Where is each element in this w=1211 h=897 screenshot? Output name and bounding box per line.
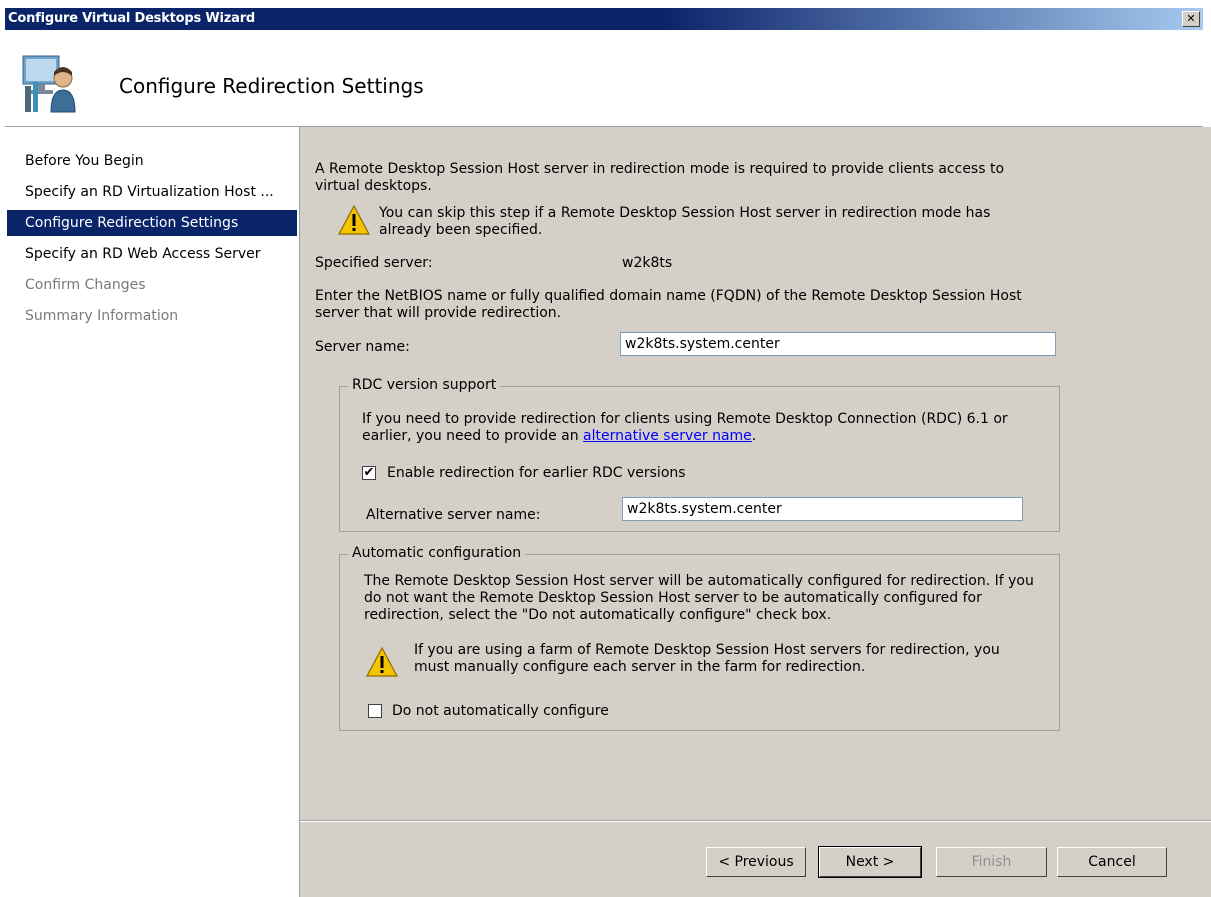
auto-group-label: Automatic configuration xyxy=(348,545,526,562)
rdc-text-line1: If you need to provide redirection for c… xyxy=(362,411,1008,427)
auto-text-line3: redirection, select the "Do not automati… xyxy=(364,607,832,623)
alternative-server-name-link[interactable]: alternative server name xyxy=(583,428,752,444)
auto-warning-line2: must manually configure each server in t… xyxy=(414,659,866,675)
server-name-label: Server name: xyxy=(315,339,410,355)
wizard-window: Configure Virtual Desktops Wizard ✕ Conf… xyxy=(0,0,1211,897)
warning1-line1: You can skip this step if a Remote Deskt… xyxy=(379,205,991,221)
previous-button[interactable]: < Previous xyxy=(706,847,806,877)
auto-text-line1: The Remote Desktop Session Host server w… xyxy=(364,573,1034,589)
enable-redirection-checkbox[interactable]: ✔ xyxy=(362,466,376,480)
footer-separator xyxy=(300,820,1211,822)
rdc-text-prefix: earlier, you need to provide an xyxy=(362,428,584,444)
finish-button: Finish xyxy=(936,847,1047,877)
intro-text-line2: virtual desktops. xyxy=(315,178,432,194)
enable-redirection-label[interactable]: Enable redirection for earlier RDC versi… xyxy=(387,465,686,482)
warning-icon xyxy=(366,647,398,677)
title-bar: Configure Virtual Desktops Wizard ✕ xyxy=(0,0,1211,32)
title-bar-fill: Configure Virtual Desktops Wizard ✕ xyxy=(5,8,1203,30)
checkmark-icon: ✔ xyxy=(363,465,375,480)
nav-step-rd-virtualization-host[interactable]: Specify an RD Virtualization Host ... xyxy=(7,179,297,205)
close-button[interactable]: ✕ xyxy=(1182,11,1200,27)
enter-name-line1: Enter the NetBIOS name or fully qualifie… xyxy=(315,288,1022,304)
intro-text-line1: A Remote Desktop Session Host server in … xyxy=(315,161,1005,177)
main-panel: A Remote Desktop Session Host server in … xyxy=(300,127,1211,897)
enter-name-line2: server that will provide redirection. xyxy=(315,305,562,321)
page-title: Configure Redirection Settings xyxy=(119,74,424,98)
specified-server-label: Specified server: xyxy=(315,255,433,271)
wizard-steps-nav: Before You Begin Specify an RD Virtualiz… xyxy=(5,127,300,897)
do-not-configure-checkbox[interactable] xyxy=(368,704,382,718)
rdc-group-label: RDC version support xyxy=(348,377,501,394)
rdc-text-line2: earlier, you need to provide an alternat… xyxy=(362,428,756,445)
wizard-header: Configure Redirection Settings xyxy=(5,30,1203,127)
nav-step-summary: Summary Information xyxy=(25,308,179,324)
server-name-input[interactable]: w2k8ts.system.center xyxy=(620,332,1056,356)
close-icon: ✕ xyxy=(1186,12,1196,25)
auto-text-line2: do not want the Remote Desktop Session H… xyxy=(364,590,982,606)
nav-step-before-you-begin[interactable]: Before You Begin xyxy=(7,148,297,174)
automatic-configuration-group: Automatic configuration The Remote Deskt… xyxy=(339,545,1060,731)
specified-server-value: w2k8ts xyxy=(622,255,673,271)
wizard-user-icon xyxy=(22,55,76,113)
next-button[interactable]: Next > xyxy=(818,846,922,878)
rdc-version-group: RDC version support If you need to provi… xyxy=(339,377,1060,532)
nav-step-rd-web-access[interactable]: Specify an RD Web Access Server xyxy=(7,241,297,267)
nav-step-configure-redirection[interactable]: Configure Redirection Settings xyxy=(7,210,297,236)
auto-warning-line1: If you are using a farm of Remote Deskto… xyxy=(414,642,1000,658)
do-not-configure-label[interactable]: Do not automatically configure xyxy=(392,703,609,720)
warning-icon xyxy=(338,205,370,235)
warning1-line2: already been specified. xyxy=(379,222,543,238)
alt-server-name-input[interactable]: w2k8ts.system.center xyxy=(622,497,1023,521)
window-title: Configure Virtual Desktops Wizard xyxy=(8,11,256,26)
nav-step-confirm-changes: Confirm Changes xyxy=(25,277,146,293)
rdc-text-suffix: . xyxy=(751,428,757,444)
alt-server-name-label: Alternative server name: xyxy=(366,507,541,523)
cancel-button[interactable]: Cancel xyxy=(1057,847,1167,877)
